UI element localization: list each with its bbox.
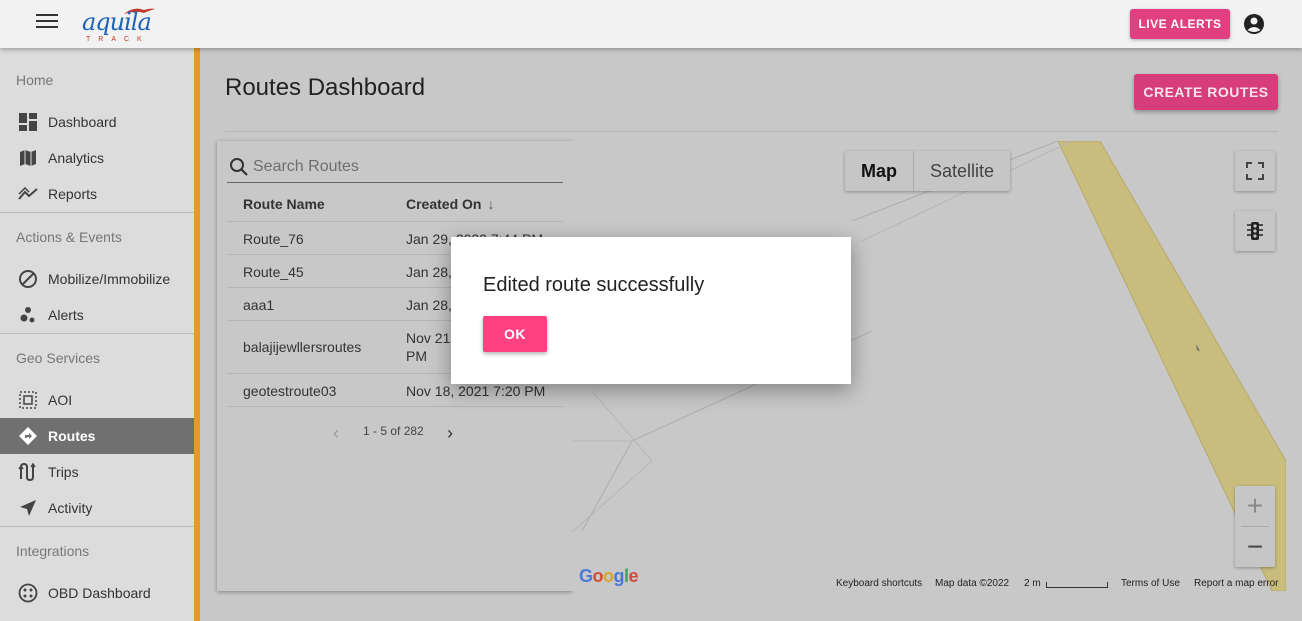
map-icon [18,148,38,168]
zoom-out-icon[interactable]: − [1235,527,1275,567]
map-type-map-button[interactable]: Map [845,151,913,191]
live-alerts-button[interactable]: LIVE ALERTS [1130,9,1230,39]
sidebar-item-activity[interactable]: Activity [0,490,194,526]
sidebar-item-reports[interactable]: Reports [0,176,194,212]
sidebar-item-label: Routes [48,428,96,444]
search-box [227,151,563,183]
created-on-cell: Jan 28, [406,264,452,280]
section-title-home: Home [16,72,54,88]
sidebar-item-label: AOI [48,392,73,408]
fullscreen-icon[interactable] [1235,151,1275,191]
sidebar-item-trips[interactable]: Trips [0,454,194,490]
column-header-label: Created On [406,196,482,212]
created-on-cell: Nov 21 [406,330,451,346]
sidebar: Home Dashboard Analytics Reports Actions… [0,48,194,621]
table-header-row: Route Name Created On ↓ [227,186,563,222]
section-title-actions-events: Actions & Events [16,229,122,245]
route-name-cell: geotestroute03 [243,383,337,399]
search-icon [230,157,248,176]
sidebar-item-analytics[interactable]: Analytics [0,140,194,176]
keyboard-shortcuts-link[interactable]: Keyboard shortcuts [836,578,922,589]
trending-icon [18,184,38,204]
map-type-satellite-button[interactable]: Satellite [913,151,1010,191]
sidebar-scrollbar[interactable] [194,48,200,621]
page-title: Routes Dashboard [225,74,426,101]
route-name-cell: aaa1 [243,297,275,313]
map-data-attribution: Map data ©2022 [935,578,1010,589]
sidebar-item-label: Trips [48,464,79,480]
report-map-error-link[interactable]: Report a map error [1194,578,1278,589]
created-on-cell: Jan 28, [406,297,452,313]
route-name-cell: Route_76 [243,231,304,247]
logo-tagline: TRACK [86,36,150,43]
header-divider [225,131,1278,132]
dialog-message: Edited route successfully [483,274,705,296]
top-app-bar: aquila TRACK LIVE ALERTS [0,0,1302,48]
terms-of-use-link[interactable]: Terms of Use [1121,578,1180,589]
logo-wordmark: aquila [82,8,152,36]
aquila-logo[interactable]: aquila TRACK [82,2,162,46]
sidebar-divider [0,212,194,213]
map-scale-label[interactable]: 2 m [1024,578,1041,589]
sidebar-item-label: Mobilize/Immobilize [48,271,171,287]
route-name-cell: Route_45 [243,264,304,280]
ok-button[interactable]: OK [483,316,547,352]
search-routes-input[interactable] [253,157,553,176]
sidebar-item-label: Analytics [48,150,105,166]
sidebar-item-label: Activity [48,500,93,516]
sidebar-item-label: Reports [48,186,98,202]
sidebar-item-alerts[interactable]: Alerts [0,297,194,333]
sidebar-item-routes[interactable]: Routes [0,418,194,454]
directions-icon [18,426,38,446]
section-title-geo-services: Geo Services [16,350,101,366]
zoom-in-icon[interactable]: + [1235,486,1275,526]
dashboard-icon [18,112,38,132]
sidebar-item-mobilize-immobilize[interactable]: Mobilize/Immobilize [0,261,194,297]
chevron-right-icon[interactable]: › [447,423,453,444]
sidebar-item-label: Alerts [48,307,84,323]
pagination: ‹ 1 - 5 of 282 › [217,421,572,445]
traffic-light-icon[interactable] [1235,211,1275,251]
sidebar-item-aoi[interactable]: AOI [0,382,194,418]
created-on-cell: Nov 18, 2021 7:20 PM [406,383,546,399]
chevron-left-icon[interactable]: ‹ [333,423,339,444]
route-name-cell: balajijewllersroutes [243,339,362,355]
pagination-range: 1 - 5 of 282 [363,424,424,438]
map-type-toggle: Map Satellite [845,151,1011,191]
account-circle-icon[interactable] [1242,12,1266,36]
column-header-route-name[interactable]: Route Name [243,196,325,212]
hamburger-menu-icon[interactable] [36,14,58,34]
success-dialog: Edited route successfully OK [451,237,851,384]
google-logo[interactable]: Google [579,566,639,587]
navigation-arrow-icon [18,498,38,518]
sidebar-item-obd-dashboard[interactable]: OBD Dashboard [0,575,194,611]
block-icon [18,269,38,289]
sidebar-divider [0,333,194,334]
column-header-created-on[interactable]: Created On ↓ [406,196,494,212]
obd-icon [18,583,38,603]
arrow-down-icon: ↓ [487,196,495,212]
create-routes-button[interactable]: CREATE ROUTES [1134,74,1278,110]
sidebar-divider [0,526,194,527]
sidebar-item-label: Dashboard [48,114,117,130]
bubble-chart-icon [18,305,38,325]
zoom-controls: + − [1235,486,1275,567]
created-on-cell-line2: PM [406,348,427,364]
map-scale-bar[interactable] [1046,582,1108,588]
section-title-integrations: Integrations [16,543,90,559]
select-area-icon [18,390,38,410]
trips-icon [18,462,38,482]
sidebar-item-dashboard[interactable]: Dashboard [0,104,194,140]
sidebar-item-label: OBD Dashboard [48,585,151,601]
